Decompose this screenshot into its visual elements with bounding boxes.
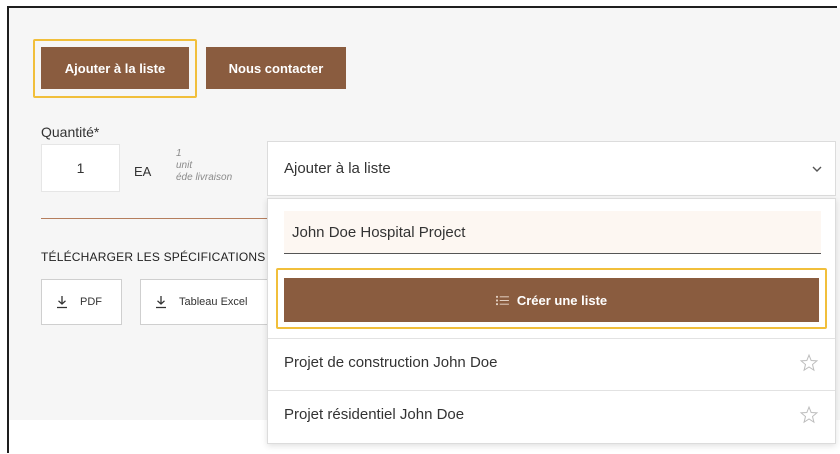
download-excel-label: Tableau Excel [179,296,248,308]
add-to-list-button[interactable]: Ajouter à la liste [41,47,189,89]
unit-label: EA [134,164,152,179]
list-item[interactable]: Projet de construction John Doe [268,338,835,386]
quantity-input[interactable]: 1 [41,144,120,192]
download-pdf-label: PDF [80,296,102,308]
select-value: Ajouter à la liste [284,160,391,177]
new-list-name-input[interactable]: John Doe Hospital Project [284,211,821,254]
quantity-label: Quantité* [41,124,100,140]
download-icon [156,296,166,309]
list-item-label: Projet résidentiel John Doe [284,406,465,423]
list-icon [495,295,509,305]
star-icon[interactable] [799,353,819,373]
download-pdf-button[interactable]: PDF [41,279,122,325]
star-icon[interactable] [799,405,819,425]
unit-note-unit: unit [176,160,193,171]
download-icon [57,296,67,309]
create-list-button[interactable]: Créer une liste [284,278,819,322]
section-divider [41,218,271,219]
list-item-label: Projet de construction John Doe [284,354,498,371]
create-list-label: Créer une liste [516,292,608,308]
add-to-list-select[interactable]: Ajouter à la liste [267,141,836,196]
download-excel-button[interactable]: Tableau Excel [140,279,268,325]
unit-note-count: 1 [176,148,182,159]
list-item[interactable]: Projet résidentiel John Doe [268,390,835,438]
download-specs-title: TÉLÉCHARGER LES SPÉCIFICATIONS [41,250,266,264]
chevron-down-icon [812,166,822,172]
unit-note-delivery: éde livraison [176,172,233,183]
contact-us-button[interactable]: Nous contacter [206,47,346,89]
